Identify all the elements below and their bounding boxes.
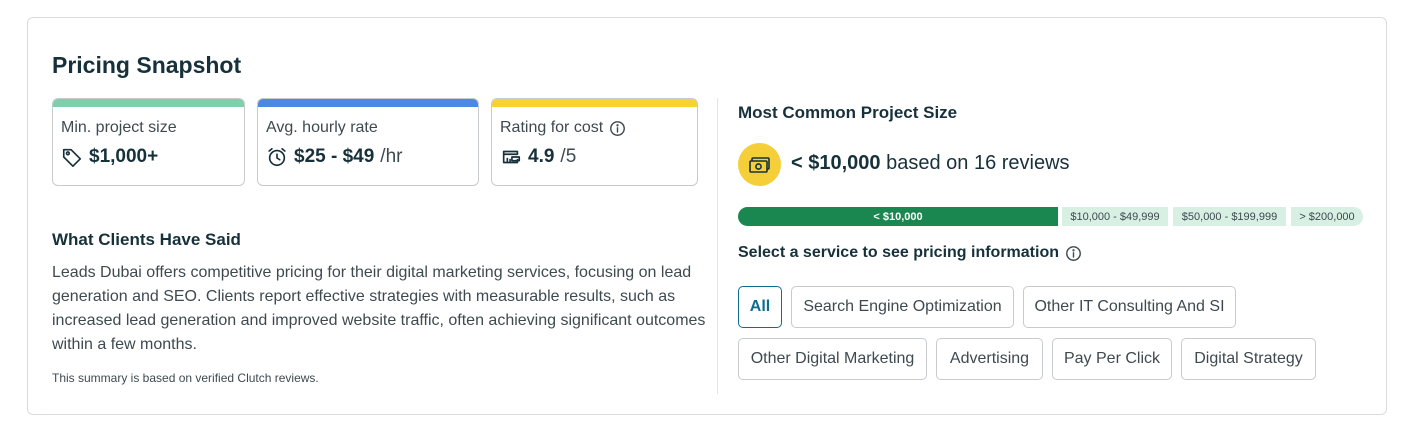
rating-for-cost-box: Rating for cost 4.9 /5 xyxy=(491,98,698,186)
price-tag-icon xyxy=(61,146,83,168)
rating-for-cost-scale: /5 xyxy=(560,146,577,167)
project-size-value: < $10,000 xyxy=(791,152,881,174)
avg-hourly-rate-value: $25 - $49 xyxy=(294,146,375,167)
project-size-reviews: based on 16 reviews xyxy=(886,152,1070,174)
wallet-icon xyxy=(500,146,522,168)
project-size-title: Most Common Project Size xyxy=(738,103,958,122)
alarm-clock-icon xyxy=(266,146,288,168)
summary-footnote: This summary is based on verified Clutch… xyxy=(52,371,319,385)
rating-for-cost-value: 4.9 xyxy=(528,146,555,167)
column-divider xyxy=(717,98,718,394)
size-segment-50k-200k: $50,000 - $199,999 xyxy=(1173,207,1286,226)
service-chip-it-consulting[interactable]: Other IT Consulting And SI xyxy=(1023,286,1236,328)
clients-section-title: What Clients Have Said xyxy=(52,230,241,249)
service-chip-all[interactable]: All xyxy=(738,286,782,328)
rating-for-cost-accent-bar xyxy=(492,99,697,107)
avg-hourly-rate-accent-bar xyxy=(258,99,478,107)
service-chip-seo[interactable]: Search Engine Optimization xyxy=(791,286,1014,328)
min-project-size-label: Min. project size xyxy=(61,119,177,136)
avg-hourly-rate-label: Avg. hourly rate xyxy=(266,119,378,136)
project-size-summary: < $10,000 based on 16 reviews xyxy=(791,152,1070,175)
min-project-size-box: Min. project size $1,000+ xyxy=(52,98,245,186)
money-icon xyxy=(738,143,781,186)
avg-hourly-rate-unit: /hr xyxy=(380,146,403,167)
min-project-size-accent-bar xyxy=(53,99,244,107)
avg-hourly-rate-box: Avg. hourly rate $25 - $49 /hr xyxy=(257,98,479,186)
size-segment-under-10k: < $10,000 xyxy=(738,207,1058,226)
min-project-size-value: $1,000+ xyxy=(89,146,159,167)
page-title: Pricing Snapshot xyxy=(52,52,242,78)
service-select-prompt: Select a service to see pricing informat… xyxy=(738,244,1059,261)
service-chip-advertising[interactable]: Advertising xyxy=(936,338,1043,380)
service-chip-digital-strategy[interactable]: Digital Strategy xyxy=(1181,338,1316,380)
pricing-snapshot-card: Pricing Snapshot Min. project size $1,00… xyxy=(27,17,1387,415)
size-segment-over-200k: > $200,000 xyxy=(1291,207,1363,226)
service-chip-pay-per-click[interactable]: Pay Per Click xyxy=(1052,338,1172,380)
info-icon[interactable] xyxy=(1065,245,1082,262)
clients-summary: Leads Dubai offers competitive pricing f… xyxy=(52,264,706,353)
info-icon[interactable] xyxy=(609,120,626,137)
service-chip-digital-marketing[interactable]: Other Digital Marketing xyxy=(738,338,927,380)
size-segment-10k-50k: $10,000 - $49,999 xyxy=(1062,207,1168,226)
rating-for-cost-label: Rating for cost xyxy=(500,119,604,136)
